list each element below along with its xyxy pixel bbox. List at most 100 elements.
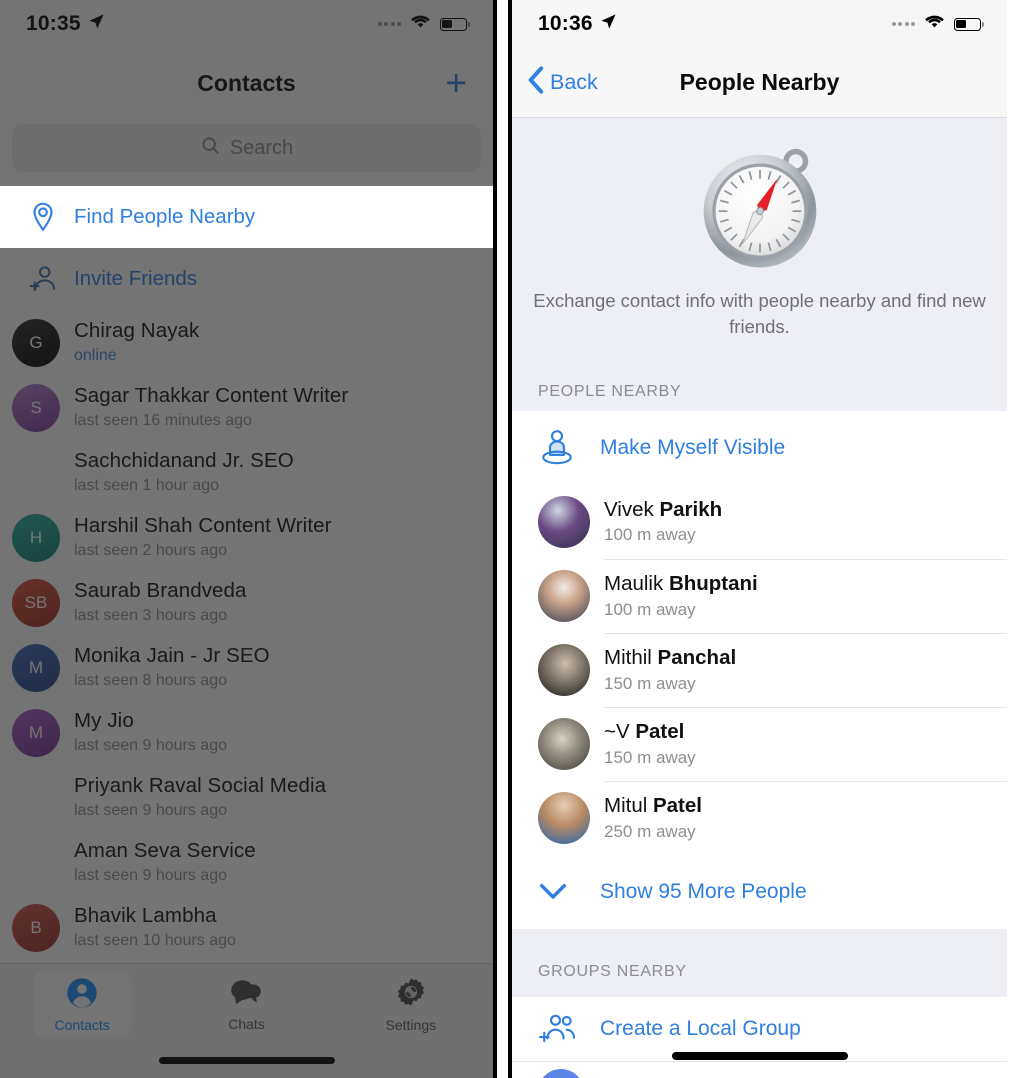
find-people-nearby-label: Find People Nearby [74, 205, 256, 228]
create-local-group-row[interactable]: Create a Local Group [512, 996, 1007, 1061]
tab-settings-label: Settings [385, 1016, 437, 1033]
create-local-group-label: Create a Local Group [600, 1016, 801, 1040]
person-row[interactable]: Mithil Panchal 150 m away [512, 632, 1007, 707]
search-icon [200, 135, 221, 161]
contact-name: Bhavik Lambha [74, 903, 217, 927]
add-contact-button[interactable]: + [445, 65, 467, 102]
person-avatar [538, 791, 590, 844]
avatar: G [12, 318, 60, 367]
contact-name: Chirag Nayak [74, 318, 200, 342]
chevron-down-icon [538, 882, 600, 902]
tab-contacts[interactable]: Contacts [0, 969, 164, 1039]
contacts-list: G Chirag Nayak online S Sagar Thakkar Conten… [0, 310, 493, 960]
back-button[interactable]: Back [528, 65, 598, 100]
wifi-icon [924, 14, 945, 34]
avatar: M [12, 643, 60, 692]
person-circle-icon [66, 977, 98, 1014]
people-nearby-screen: 10:36 Back People Nearby Exchange contac… [508, 0, 1007, 1078]
status-time-right: 10:36 [538, 12, 617, 36]
contact-status: last seen 3 hours ago [74, 606, 227, 624]
bottom-tab-bar: Contacts Chats Settings [0, 963, 493, 1078]
contact-row[interactable]: Sachchidanand Jr. SEO last seen 1 hour ag… [0, 440, 493, 505]
person-distance: 250 m away [604, 821, 696, 841]
gear-icon [395, 976, 427, 1013]
show-more-people-row[interactable]: Show 95 More People [512, 854, 1007, 929]
screenshot-stage: 10:35 Contacts + Search Find People Near… [0, 0, 1011, 1078]
tab-settings[interactable]: Settings [329, 976, 493, 1033]
find-people-nearby-row[interactable]: Find People Nearby [0, 186, 493, 248]
avatar: SB [12, 578, 60, 627]
person-row[interactable]: Vivek Parikh 100 m away [512, 484, 1007, 559]
contact-row[interactable]: Aman Seva Service last seen 9 hours ago [0, 830, 493, 895]
person-distance: 150 m away [604, 747, 696, 767]
person-texts: Mithil Panchal 150 m away [604, 632, 1007, 707]
invite-friends-row[interactable]: Invite Friends [0, 248, 493, 310]
person-row[interactable]: ~V Patel 150 m away [512, 706, 1007, 781]
location-arrow-icon [88, 12, 105, 36]
contact-name: Priyank Raval Social Media [74, 773, 327, 797]
tab-contacts-label: Contacts [54, 1017, 110, 1033]
person-first-name: Mithil [604, 646, 658, 670]
contact-texts: Priyank Raval Social Media last seen 9 ho… [74, 774, 493, 822]
person-texts: Mitul Patel 250 m away [604, 780, 1007, 855]
people-nearby-section-header: PEOPLE NEARBY [512, 366, 1007, 411]
battery-icon [440, 17, 471, 31]
person-last-name: Parikh [659, 497, 723, 521]
hero-description: Exchange contact info with people nearby… [533, 290, 986, 338]
contact-row[interactable]: B Bhavik Lambha last seen 10 hours ago [0, 895, 493, 960]
avatar [12, 839, 60, 887]
page-title-right: People Nearby [679, 69, 840, 95]
group-row[interactable]: Put Me In Touch With Ahmedabad [512, 1060, 1007, 1078]
contact-status: last seen 16 minutes ago [74, 411, 252, 429]
add-person-icon [12, 265, 74, 293]
home-indicator-left [158, 1057, 335, 1064]
person-first-name: ~V [604, 720, 636, 744]
status-time-text-right: 10:36 [538, 12, 593, 35]
search-input[interactable]: Search [12, 124, 481, 172]
avatar [12, 774, 60, 822]
avatar [12, 449, 60, 497]
person-texts: ~V Patel 150 m away [604, 706, 1007, 781]
make-myself-visible-label: Make Myself Visible [600, 435, 786, 459]
person-avatar [538, 569, 590, 622]
home-indicator-right [671, 1052, 848, 1060]
contact-status: online [74, 346, 117, 364]
show-more-people-label: Show 95 More People [600, 879, 807, 903]
contacts-screen: 10:35 Contacts + Search Find People Near… [0, 0, 497, 1078]
person-name: Vivek Parikh [604, 498, 722, 523]
person-row[interactable]: Maulik Bhuptani 100 m away [512, 558, 1007, 633]
contact-status: last seen 10 hours ago [74, 931, 236, 949]
person-texts: Vivek Parikh 100 m away [604, 485, 1007, 559]
groups-nearby-section-header: GROUPS NEARBY [512, 928, 1007, 997]
contact-texts: Sachchidanand Jr. SEO last seen 1 hour ag… [74, 449, 493, 497]
person-last-name: Patel [652, 794, 702, 818]
chat-bubbles-icon [230, 977, 262, 1012]
location-pin-icon [12, 202, 74, 232]
contact-name: Harshil Shah Content Writer [74, 513, 332, 537]
contact-texts: Bhavik Lambha last seen 10 hours ago [74, 904, 493, 952]
invite-friends-label: Invite Friends [74, 267, 198, 290]
person-name: Mitul Patel [604, 794, 702, 819]
contact-row[interactable]: G Chirag Nayak online [0, 310, 493, 375]
contact-name: Monika Jain - Jr SEO [74, 643, 270, 667]
contact-row[interactable]: M Monika Jain - Jr SEO last seen 8 hours a… [0, 635, 493, 700]
people-nearby-navbar: Back People Nearby [512, 48, 1007, 118]
contact-name: Saurab Brandveda [74, 578, 247, 602]
panel-gap [497, 0, 508, 1078]
person-avatar [538, 717, 590, 770]
status-bar-right: 10:36 [512, 0, 1007, 48]
contact-row[interactable]: H Harshil Shah Content Writer last seen 2 … [0, 505, 493, 570]
contact-texts: Saurab Brandveda last seen 3 hours ago [74, 579, 493, 627]
person-row[interactable]: Mitul Patel 250 m away [512, 780, 1007, 855]
cellular-dots-icon [377, 22, 401, 26]
make-myself-visible-row[interactable]: Make Myself Visible [512, 410, 1007, 485]
contact-row[interactable]: M My Jio last seen 9 hours ago [0, 700, 493, 765]
avatar: B [12, 903, 60, 952]
contact-row[interactable]: Priyank Raval Social Media last seen 9 ho… [0, 765, 493, 830]
person-texts: Maulik Bhuptani 100 m away [604, 558, 1007, 633]
tab-chats[interactable]: Chats [164, 977, 328, 1032]
tab-chats-label: Chats [228, 1015, 265, 1032]
contact-row[interactable]: S Sagar Thakkar Content Writer last seen 1… [0, 375, 493, 440]
contact-row[interactable]: SB Saurab Brandveda last seen 3 hours ago [0, 570, 493, 635]
page-title: Contacts [197, 69, 296, 96]
